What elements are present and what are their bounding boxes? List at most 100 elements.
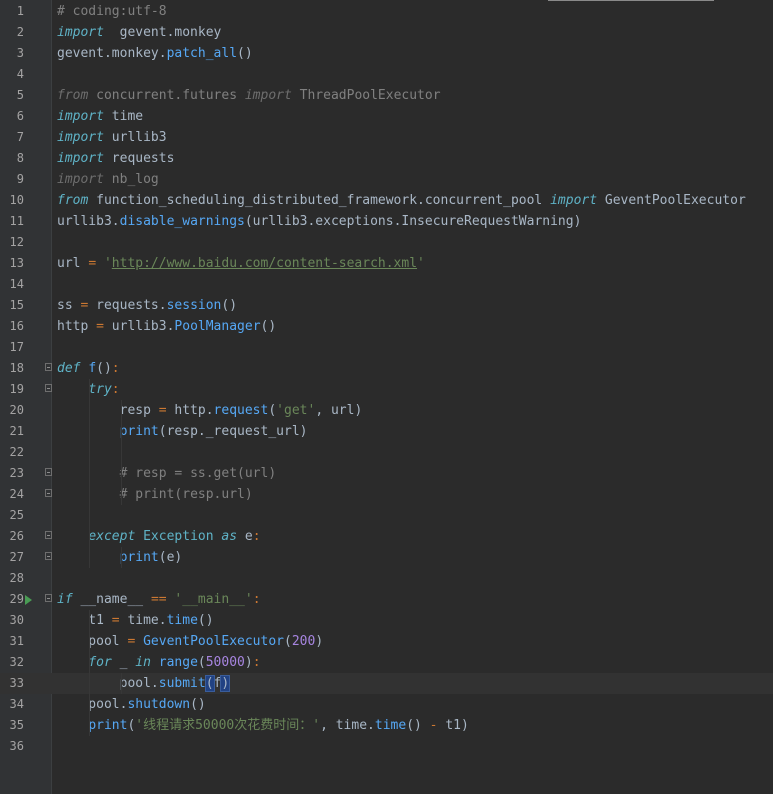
code-token: gevent.monkey	[103, 25, 222, 40]
code-text[interactable]: pool = GeventPoolExecutor(200)	[57, 631, 323, 652]
code-text[interactable]: import urllib3	[57, 127, 167, 148]
code-line[interactable]: 36	[0, 736, 773, 757]
code-line[interactable]: 8 import requests	[0, 148, 773, 169]
line-number: 22	[9, 445, 24, 459]
code-line[interactable]: 18 def f():	[0, 358, 773, 379]
code-text[interactable]: resp = http.request('get', url)	[57, 400, 363, 421]
code-line[interactable]: 26 except Exception as e:	[0, 526, 773, 547]
code-line[interactable]: 31 pool = GeventPoolExecutor(200)	[0, 631, 773, 652]
code-text[interactable]: from concurrent.futures import ThreadPoo…	[57, 85, 441, 106]
code-line[interactable]: 25	[0, 505, 773, 526]
code-text[interactable]: print(resp._request_url)	[57, 421, 308, 442]
code-text[interactable]: pool.shutdown()	[57, 694, 205, 715]
code-line[interactable]: 12	[0, 232, 773, 253]
code-text[interactable]: # coding:utf-8	[57, 1, 167, 22]
code-token: time	[103, 109, 144, 124]
code-text[interactable]: import time	[57, 106, 143, 127]
code-line[interactable]: 5 from concurrent.futures import ThreadPo…	[0, 85, 773, 106]
code-token: if	[57, 592, 73, 607]
line-number: 19	[9, 382, 24, 396]
code-token: in	[135, 655, 151, 670]
code-token: , time.	[320, 718, 375, 733]
code-text[interactable]: import gevent.monkey	[57, 22, 221, 43]
code-line[interactable]: 24 # print(resp.url)	[0, 484, 773, 505]
indent-guide	[121, 547, 122, 568]
code-line[interactable]: 11 urllib3.disable_warnings(urllib3.excep…	[0, 211, 773, 232]
line-number: 4	[16, 67, 24, 81]
code-line[interactable]: 23 # resp = ss.get(url)	[0, 463, 773, 484]
code-line[interactable]: 30 t1 = time.time()	[0, 610, 773, 631]
code-line[interactable]: 33 pool.submit(f)	[0, 673, 773, 694]
code-line[interactable]: 2 import gevent.monkey	[0, 22, 773, 43]
indent-guide	[121, 673, 122, 694]
line-number: 13	[9, 256, 24, 270]
code-line[interactable]: 13 url = 'http://www.baidu.com/content-se…	[0, 253, 773, 274]
code-line[interactable]: 6 import time	[0, 106, 773, 127]
line-number: 31	[9, 634, 24, 648]
line-number: 3	[16, 46, 24, 60]
code-text[interactable]: url = 'http://www.baidu.com/content-sear…	[57, 253, 425, 274]
code-line[interactable]: 34 pool.shutdown()	[0, 694, 773, 715]
code-line[interactable]: 29 if __name__ == '__main__':	[0, 589, 773, 610]
code-text[interactable]: if __name__ == '__main__':	[57, 589, 261, 610]
code-text[interactable]: urllib3.disable_warnings(urllib3.excepti…	[57, 211, 581, 232]
run-gutter-icon[interactable]	[25, 595, 32, 605]
code-text[interactable]: print('线程请求50000次花费时间：', time.time() - t…	[57, 715, 469, 736]
code-text[interactable]: def f():	[57, 358, 120, 379]
code-text[interactable]: import requests	[57, 148, 174, 169]
code-text[interactable]: gevent.monkey.patch_all()	[57, 43, 253, 64]
code-token: t1	[57, 613, 112, 628]
code-text[interactable]: for _ in range(50000):	[57, 652, 260, 673]
code-line[interactable]: 32 for _ in range(50000):	[0, 652, 773, 673]
code-line[interactable]: 28	[0, 568, 773, 589]
code-token: time.	[119, 613, 167, 628]
code-text[interactable]: import nb_log	[57, 169, 159, 190]
code-text[interactable]: except Exception as e:	[57, 526, 260, 547]
code-line[interactable]: 21 print(resp._request_url)	[0, 421, 773, 442]
code-text[interactable]: # print(resp.url)	[57, 484, 253, 505]
code-line[interactable]: 4	[0, 64, 773, 85]
code-token: (	[204, 675, 215, 692]
code-text[interactable]: pool.submit(f)	[57, 673, 231, 694]
code-text[interactable]: from function_scheduling_distributed_fra…	[57, 190, 746, 211]
code-line[interactable]: 20 resp = http.request('get', url)	[0, 400, 773, 421]
code-token: import	[550, 193, 598, 208]
fold-marker-icon[interactable]	[45, 384, 52, 392]
line-number: 32	[9, 655, 24, 669]
fold-marker-icon[interactable]	[45, 531, 52, 539]
fold-marker-icon[interactable]	[45, 489, 52, 497]
code-line[interactable]: 35 print('线程请求50000次花费时间：', time.time() …	[0, 715, 773, 736]
code-token: 200	[291, 634, 316, 649]
fold-marker-icon[interactable]	[45, 552, 52, 560]
code-token: ()	[237, 46, 253, 61]
code-line[interactable]: 3 gevent.monkey.patch_all()	[0, 43, 773, 64]
code-line[interactable]: 16 http = urllib3.PoolManager()	[0, 316, 773, 337]
code-line[interactable]: 17	[0, 337, 773, 358]
code-text[interactable]: ss = requests.session()	[57, 295, 237, 316]
code-line[interactable]: 14	[0, 274, 773, 295]
code-line[interactable]: 7 import urllib3	[0, 127, 773, 148]
line-number: 23	[9, 466, 24, 480]
code-line[interactable]: 15 ss = requests.session()	[0, 295, 773, 316]
code-token: http.	[166, 403, 214, 418]
code-editor[interactable]: 1 # coding:utf-8 2 import gevent.monkey 3 gev…	[0, 0, 773, 794]
code-text[interactable]: print(e)	[57, 547, 183, 568]
line-number: 29	[9, 592, 24, 606]
code-token: session	[166, 298, 222, 313]
code-text[interactable]: t1 = time.time()	[57, 610, 214, 631]
line-number: 33	[9, 676, 24, 690]
code-token: :	[111, 382, 120, 397]
line-number: 8	[16, 151, 24, 165]
code-token: ()	[197, 613, 214, 628]
code-line[interactable]: 10 from function_scheduling_distributed_f…	[0, 190, 773, 211]
code-line[interactable]: 27 print(e)	[0, 547, 773, 568]
code-line[interactable]: 9 import nb_log	[0, 169, 773, 190]
code-line[interactable]: 1 # coding:utf-8	[0, 1, 773, 22]
code-line[interactable]: 22	[0, 442, 773, 463]
code-token: from	[57, 193, 89, 208]
code-text[interactable]: http = urllib3.PoolManager()	[57, 316, 276, 337]
fold-marker-icon[interactable]	[45, 594, 52, 602]
code-line[interactable]: 19 try:	[0, 379, 773, 400]
fold-marker-icon[interactable]	[45, 363, 52, 371]
fold-marker-icon[interactable]	[45, 468, 52, 476]
